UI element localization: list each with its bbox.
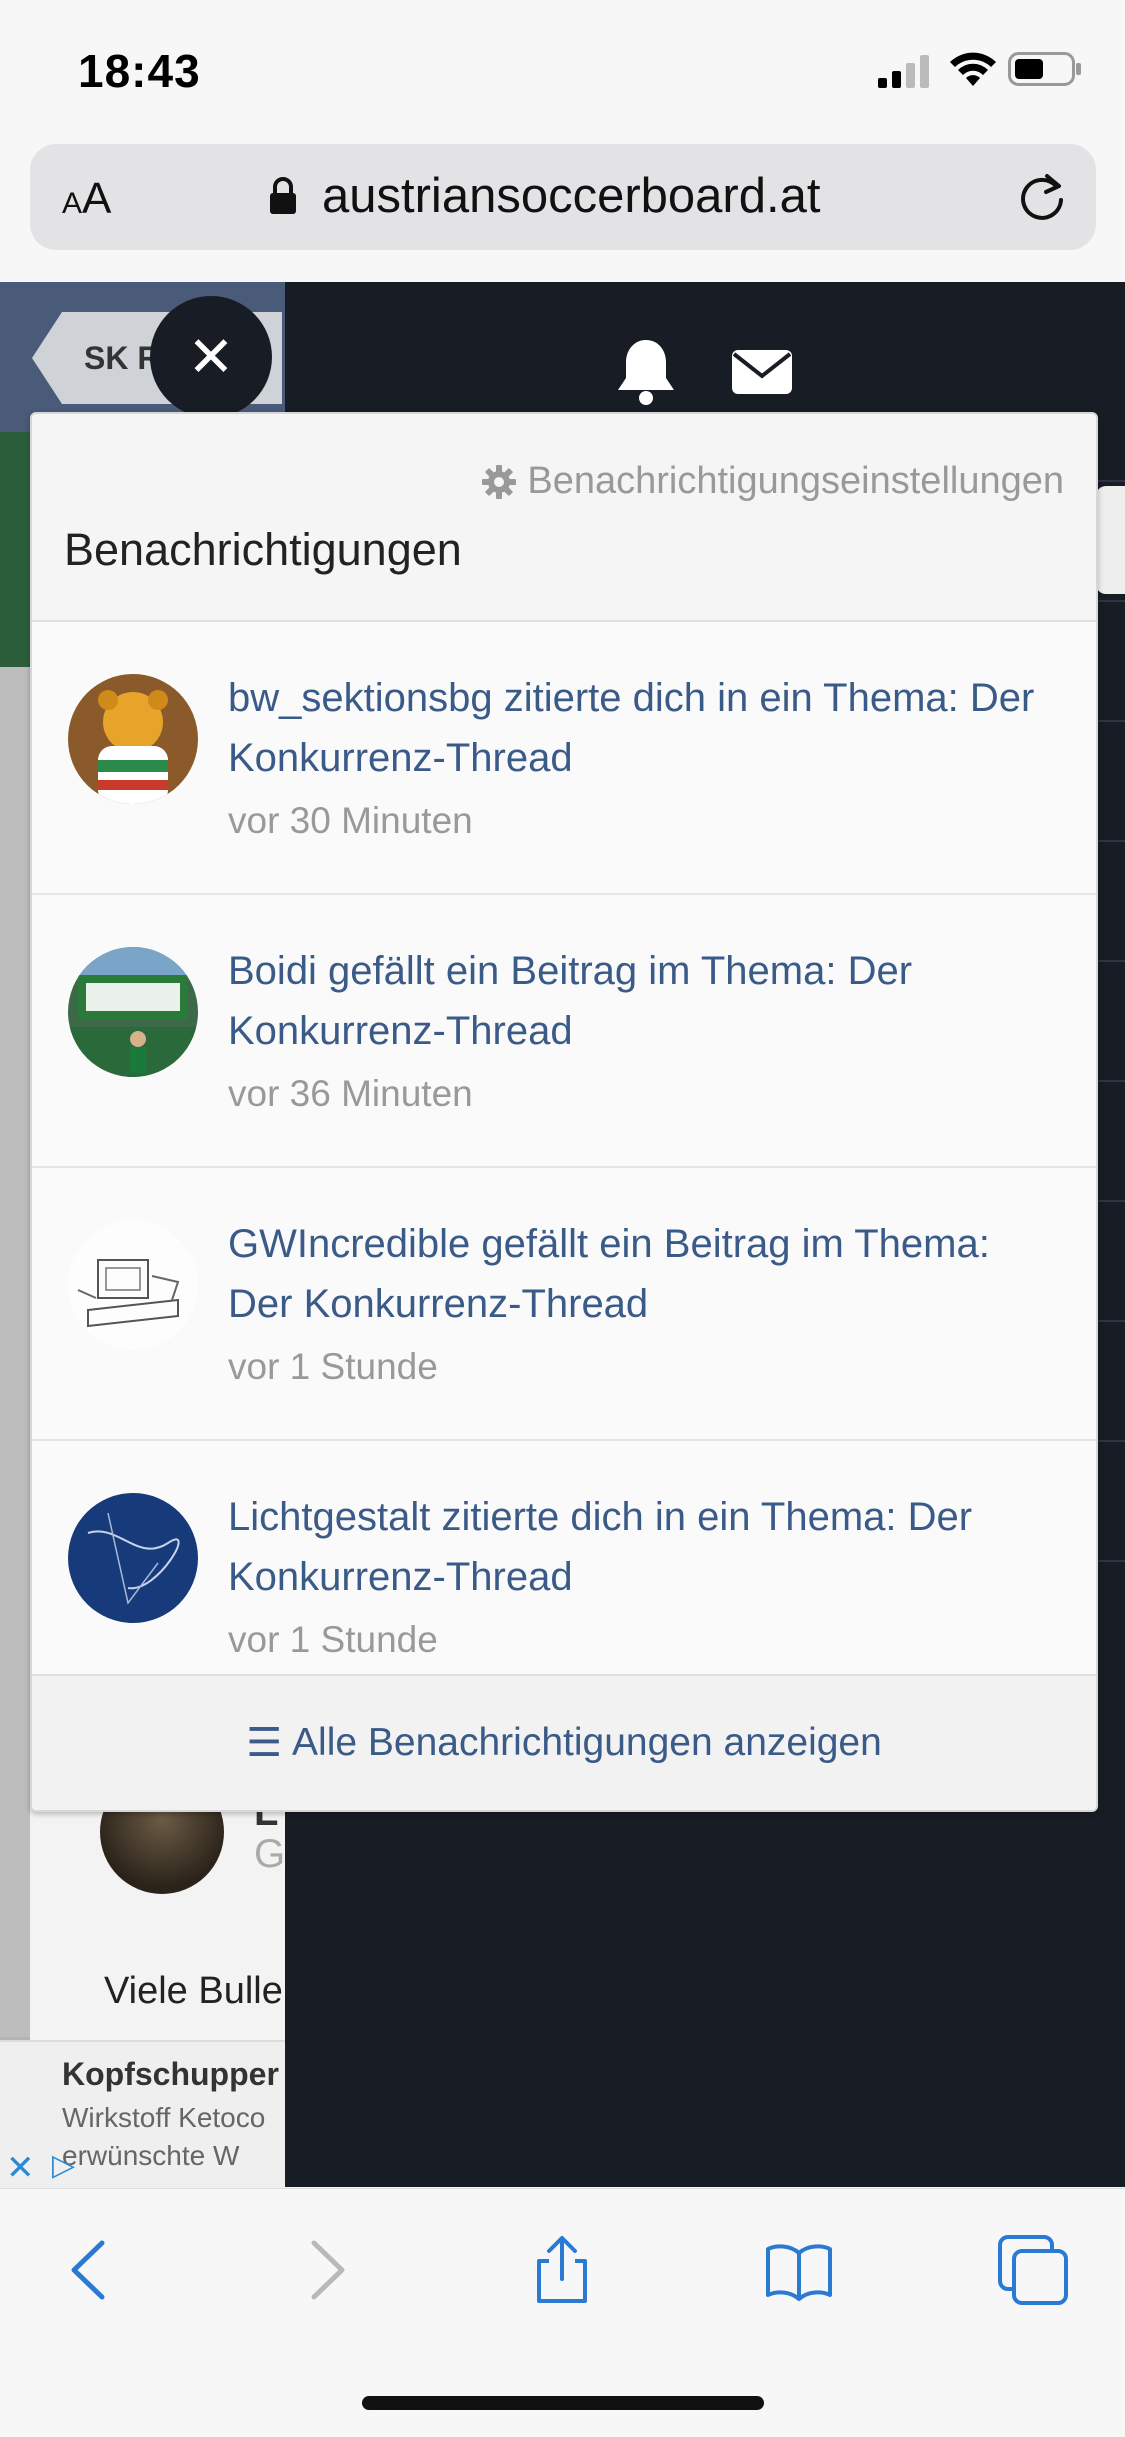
- forward-icon[interactable]: [290, 2235, 360, 2305]
- notifications-header: Benachrichtigungseinstellungen Benachric…: [32, 414, 1096, 622]
- list-icon: ☰: [246, 1721, 283, 1765]
- notification-item[interactable]: bw_sektionsbg zitierte dich in ein Thema…: [32, 622, 1096, 895]
- address-bar[interactable]: AA austriansoccerboard.at: [30, 144, 1096, 250]
- status-time: 18:43: [78, 45, 201, 97]
- drawer-edge-tab: [1096, 486, 1125, 594]
- home-indicator[interactable]: [362, 2396, 764, 2410]
- user-avatar[interactable]: [68, 947, 198, 1077]
- ad-close-icon[interactable]: ✕: [6, 2148, 35, 2188]
- ad-text-line-1: Wirkstoff Ketoco: [62, 2102, 266, 2133]
- cellular-signal-icon: [878, 55, 929, 88]
- all-notifications-link[interactable]: ☰ Alle Benachrichtigungen anzeigen: [32, 1674, 1096, 1810]
- battery-icon: [1008, 52, 1081, 86]
- notification-settings-link[interactable]: Benachrichtigungseinstellungen: [481, 460, 1064, 503]
- ad-info-icon[interactable]: ▷: [52, 2148, 75, 2183]
- notification-text[interactable]: GWIncredible gefällt ein Beitrag im Them…: [228, 1214, 1048, 1334]
- notification-text[interactable]: Boidi gefällt ein Beitrag im Thema: Der …: [228, 941, 1048, 1061]
- page-gutter: [0, 667, 30, 2037]
- status-bar: 18:43: [0, 0, 1125, 140]
- mail-icon[interactable]: [730, 346, 794, 398]
- text-size-button[interactable]: AA: [62, 174, 111, 224]
- notification-text[interactable]: Lichtgestalt zitierte dich in ein Thema:…: [228, 1487, 1048, 1607]
- ad-title[interactable]: Kopfschupper: [62, 2056, 279, 2093]
- notification-time: vor 1 Stunde: [228, 1619, 438, 1660]
- notification-item[interactable]: GWIncredible gefällt ein Beitrag im Them…: [32, 1168, 1096, 1441]
- back-icon[interactable]: [56, 2235, 126, 2305]
- user-avatar[interactable]: [68, 1220, 198, 1350]
- notification-time: vor 36 Minuten: [228, 1073, 473, 1114]
- reload-icon[interactable]: [1016, 170, 1068, 224]
- notification-item[interactable]: Boidi gefällt ein Beitrag im Thema: Der …: [32, 895, 1096, 1168]
- notifications-title: Benachrichtigungen: [64, 524, 462, 575]
- ad-banner[interactable]: Kopfschupper Wirkstoff Ketoco erwünschte…: [0, 2040, 285, 2190]
- notification-text[interactable]: bw_sektionsbg zitierte dich in ein Thema…: [228, 668, 1048, 788]
- wifi-icon: [950, 52, 996, 86]
- post-author-group: G: [254, 1832, 286, 1876]
- tabs-icon[interactable]: [998, 2235, 1068, 2305]
- breadcrumb-label: SK R: [84, 340, 161, 376]
- url-text: austriansoccerboard.at: [322, 169, 821, 223]
- ad-text-line-2: erwünschte W: [62, 2140, 240, 2171]
- bookmarks-icon[interactable]: [764, 2235, 834, 2305]
- lock-icon: [270, 177, 296, 214]
- user-avatar[interactable]: [68, 1493, 198, 1623]
- notification-time: vor 30 Minuten: [228, 800, 473, 841]
- user-avatar[interactable]: [68, 674, 198, 804]
- share-icon[interactable]: [527, 2235, 597, 2305]
- drawer-dividers: [1097, 480, 1125, 1660]
- all-notifications-label: Alle Benachrichtigungen anzeigen: [292, 1721, 882, 1764]
- notifications-dropdown: Benachrichtigungseinstellungen Benachric…: [30, 412, 1098, 1812]
- bell-icon[interactable]: [614, 336, 678, 406]
- notification-time: vor 1 Stunde: [228, 1346, 438, 1387]
- close-button[interactable]: ✕: [150, 296, 272, 418]
- post-text: Viele Bulle: [104, 1970, 283, 2012]
- close-icon: ✕: [187, 325, 235, 388]
- gear-icon: [482, 464, 517, 499]
- notification-settings-label: Benachrichtigungseinstellungen: [527, 460, 1064, 502]
